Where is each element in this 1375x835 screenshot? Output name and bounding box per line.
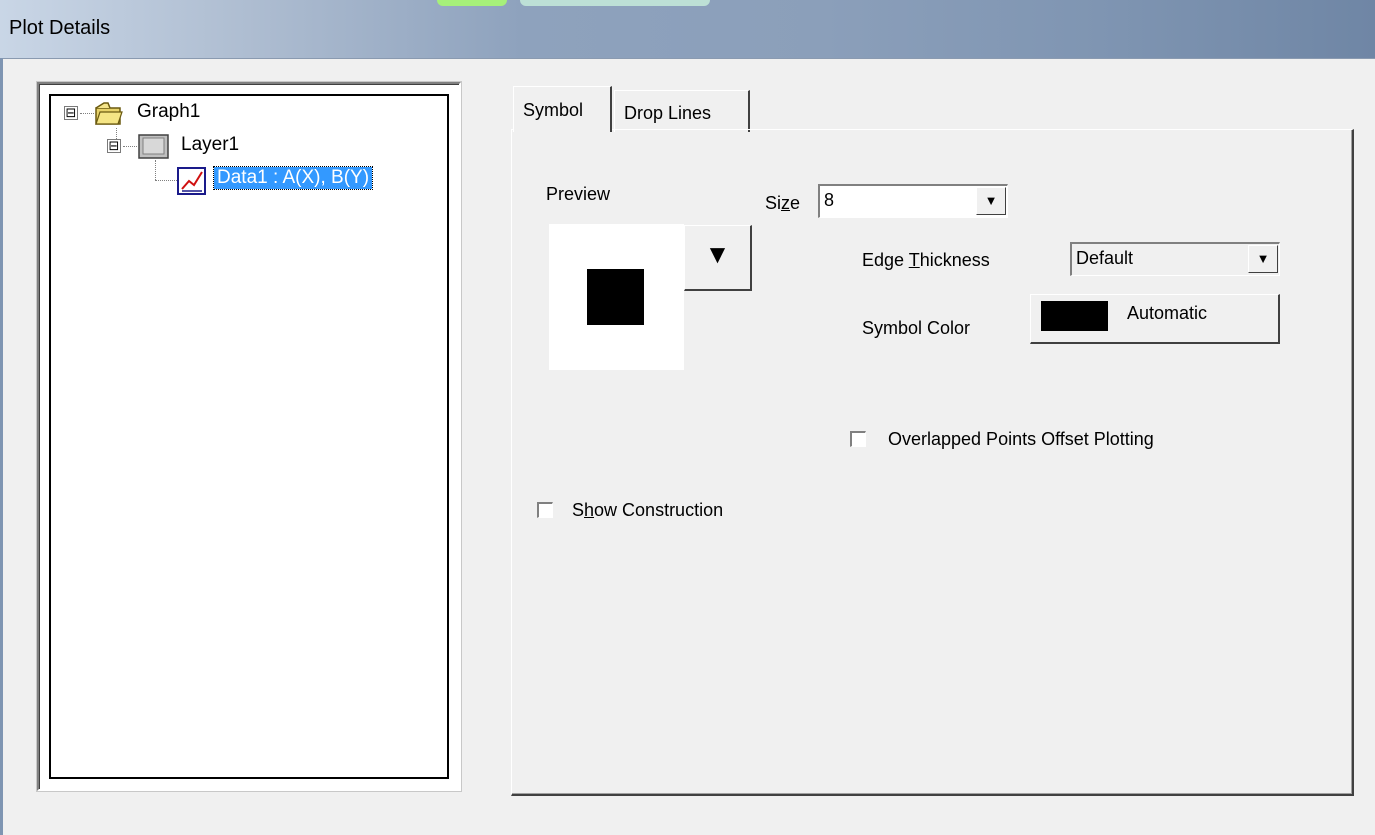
show-construction-checkbox[interactable] xyxy=(537,502,553,518)
chevron-down-icon[interactable]: ▼ xyxy=(976,187,1006,215)
tree-connector xyxy=(80,113,94,114)
title-glow xyxy=(437,0,507,6)
preview-label: Preview xyxy=(546,184,611,204)
symbol-color-value: Automatic xyxy=(1127,303,1208,323)
size-value: 8 xyxy=(824,190,835,210)
tree-connector xyxy=(123,146,137,147)
square-symbol-icon xyxy=(587,269,644,325)
tab-symbol[interactable]: Symbol xyxy=(513,86,612,132)
tree-connector xyxy=(155,160,156,180)
folder-icon xyxy=(95,102,123,125)
window-edge xyxy=(0,58,3,835)
tree-connector xyxy=(155,180,177,181)
size-label: Size xyxy=(765,193,801,213)
color-swatch xyxy=(1041,301,1108,331)
layer1-expander[interactable]: ⊟ xyxy=(107,139,121,153)
overlapped-points-checkbox[interactable] xyxy=(850,431,866,447)
edge-thickness-label: Edge Thickness xyxy=(862,250,990,270)
window-title: Plot Details xyxy=(9,17,111,39)
show-construction-label[interactable]: Show Construction xyxy=(572,500,723,521)
tree-item-data1[interactable]: Data1 : A(X), B(Y) xyxy=(212,166,374,190)
triangle-down-icon: ▼ xyxy=(704,239,731,269)
edge-thickness-combobox[interactable]: Default ▼ xyxy=(1070,242,1280,276)
graph1-expander[interactable]: ⊟ xyxy=(64,106,78,120)
tab-drop-lines[interactable]: Drop Lines xyxy=(614,90,750,132)
tree-frame xyxy=(49,94,449,779)
size-combobox[interactable]: 8 ▼ xyxy=(818,184,1008,218)
symbol-color-label: Symbol Color xyxy=(862,318,971,338)
tree-item-layer1[interactable]: Layer1 xyxy=(181,134,239,156)
title-bar: Plot Details xyxy=(0,0,1375,59)
plot-icon xyxy=(177,167,206,195)
layer-icon xyxy=(138,134,169,159)
edge-thickness-value: Default xyxy=(1076,248,1134,268)
symbol-color-button[interactable]: Automatic xyxy=(1030,294,1280,344)
overlapped-points-label[interactable]: Overlapped Points Offset Plotting xyxy=(888,429,1154,450)
title-glow-2 xyxy=(520,0,710,6)
symbol-gallery-dropdown-button[interactable]: ▼ xyxy=(684,225,752,291)
chevron-down-icon[interactable]: ▼ xyxy=(1248,245,1278,273)
tree-item-graph1[interactable]: Graph1 xyxy=(137,101,200,123)
